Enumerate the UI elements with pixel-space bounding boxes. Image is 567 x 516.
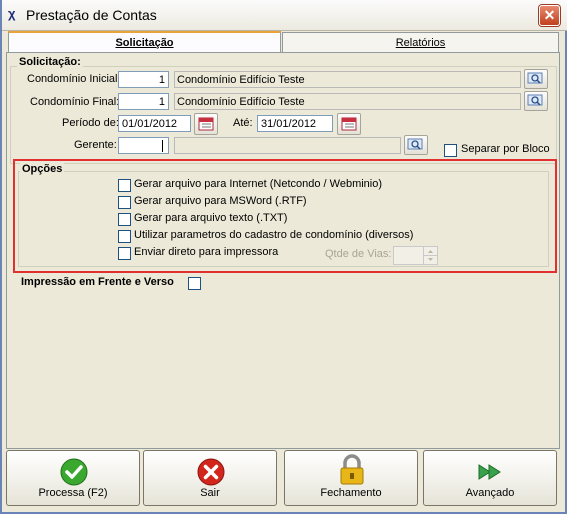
sair-button[interactable]: Sair xyxy=(143,450,277,506)
option-msword-checkbox[interactable] xyxy=(118,196,131,209)
processa-button[interactable]: Processa (F2) xyxy=(6,450,140,506)
gerente-name-field xyxy=(174,137,401,154)
periodo-to-input[interactable]: 31/01/2012 xyxy=(257,115,333,132)
sair-button-label: Sair xyxy=(200,487,220,499)
condominio-inicial-code-input[interactable]: 1 xyxy=(118,71,169,88)
avancado-button-label: Avançado xyxy=(465,487,515,499)
processa-button-label: Processa (F2) xyxy=(38,487,108,499)
option-parametros-checkbox[interactable] xyxy=(118,230,131,243)
condominio-inicial-label: Condomínio Inicial: xyxy=(27,73,121,85)
condominio-inicial-name-field: Condomínio Edifício Teste xyxy=(174,71,521,88)
gerente-code-input[interactable] xyxy=(118,137,169,154)
periodo-from-calendar-button[interactable] xyxy=(194,113,218,135)
title-bar: χ Prestação de Contas ✕ xyxy=(2,0,567,31)
periodo-label: Período de: xyxy=(62,117,119,129)
lock-icon xyxy=(340,454,364,485)
condominio-final-code-input[interactable]: 1 xyxy=(118,93,169,110)
qtde-vias-spinner[interactable] xyxy=(423,246,438,265)
option-impressora-checkbox[interactable] xyxy=(118,247,131,260)
check-icon xyxy=(60,458,88,486)
separar-por-bloco-label: Separar por Bloco xyxy=(461,143,550,155)
option-internet-checkbox[interactable] xyxy=(118,179,131,192)
gerente-search-button[interactable] xyxy=(404,135,428,155)
tab-relatorios-label: Relatórios xyxy=(395,37,446,49)
app-window: χ Prestação de Contas ✕ Solicitação Rela… xyxy=(0,0,567,514)
opcoes-section-label: Opções xyxy=(20,163,65,175)
calendar-icon xyxy=(341,117,357,131)
tab-relatorios[interactable]: Relatórios xyxy=(282,32,559,53)
close-button[interactable]: ✕ xyxy=(539,5,560,26)
forward-arrows-icon xyxy=(478,464,501,480)
frente-verso-label: Impressão em Frente e Verso xyxy=(21,276,174,288)
search-icon xyxy=(527,94,543,106)
app-icon: χ xyxy=(8,6,16,21)
separar-por-bloco-checkbox[interactable] xyxy=(444,144,457,157)
option-parametros-label: Utilizar parametros do cadastro de condo… xyxy=(134,229,414,241)
fechamento-button-label: Fechamento xyxy=(320,487,382,499)
window-title: Prestação de Contas xyxy=(26,7,157,23)
condominio-final-label: Condomínio Final: xyxy=(30,96,120,108)
opcoes-highlight: Opções Gerar arquivo para Internet (Netc… xyxy=(13,159,557,273)
option-txt-label: Gerar para arquivo texto (.TXT) xyxy=(134,212,288,224)
bottom-toolbar: Processa (F2) Sair Fechamento Avançado xyxy=(6,450,558,508)
periodo-until-label: Até: xyxy=(233,117,253,129)
condominio-final-name-field: Condomínio Edifício Teste xyxy=(174,93,521,110)
solicitacao-section-label: Solicitação: xyxy=(17,56,83,68)
calendar-icon xyxy=(198,117,214,131)
periodo-to-calendar-button[interactable] xyxy=(337,113,361,135)
search-icon xyxy=(527,72,543,84)
avancado-button[interactable]: Avançado xyxy=(423,450,557,506)
option-internet-label: Gerar arquivo para Internet (Netcondo / … xyxy=(134,178,383,190)
periodo-from-input[interactable]: 01/01/2012 xyxy=(118,115,191,132)
search-icon xyxy=(407,138,423,150)
spin-arrows-icon xyxy=(424,250,437,261)
option-impressora-label: Enviar direto para impressora xyxy=(134,246,279,258)
tab-solicitacao-label: Solicitação xyxy=(115,37,174,49)
option-txt-checkbox[interactable] xyxy=(118,213,131,226)
qtde-vias-input[interactable] xyxy=(393,246,424,265)
close-circle-icon xyxy=(197,458,225,486)
fechamento-button[interactable]: Fechamento xyxy=(284,450,418,506)
condominio-inicial-search-button[interactable] xyxy=(524,69,548,89)
text-cursor xyxy=(162,140,163,153)
qtde-vias-label: Qtde de Vias: xyxy=(325,248,392,260)
option-msword-label: Gerar arquivo para MSWord (.RTF) xyxy=(134,195,307,207)
condominio-final-search-button[interactable] xyxy=(524,91,548,111)
gerente-label: Gerente: xyxy=(74,139,117,151)
frente-verso-checkbox[interactable] xyxy=(188,277,201,290)
